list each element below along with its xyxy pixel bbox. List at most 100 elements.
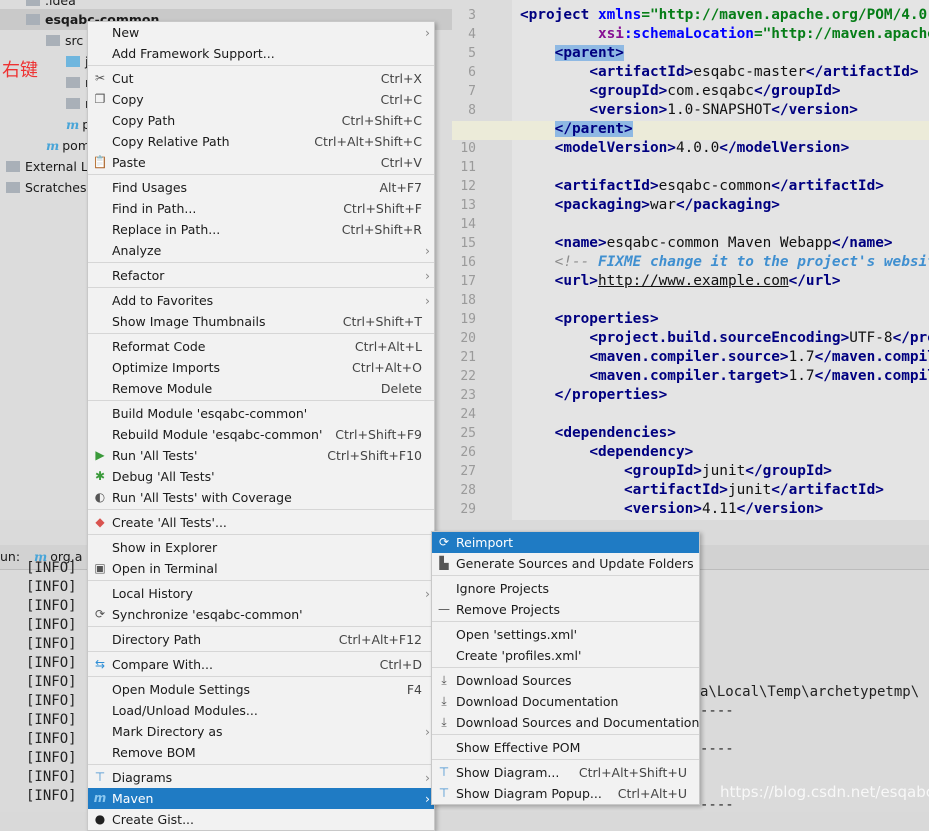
menu-item-run-all-tests-with-coverage[interactable]: ◐ Run 'All Tests' with Coverage <box>88 487 434 508</box>
menu-item-label: Add Framework Support... <box>112 46 275 61</box>
menu-item-add-framework-support[interactable]: Add Framework Support... <box>88 43 434 64</box>
menu-item-show-diagram[interactable]: ⊤ Show Diagram... Ctrl+Alt+Shift+U <box>432 762 699 783</box>
menu-item-run-all-tests[interactable]: ▶ Run 'All Tests' Ctrl+Shift+F10 <box>88 445 434 466</box>
menu-item-ignore-projects[interactable]: Ignore Projects <box>432 578 699 599</box>
menu-item-label: Show in Explorer <box>112 540 218 555</box>
menu-item-create-profiles-xml[interactable]: Create 'profiles.xml' <box>432 645 699 666</box>
menu-item-label: Debug 'All Tests' <box>112 469 215 484</box>
log-line: [INFO] <box>26 636 77 652</box>
menu-item-label: Compare With... <box>112 657 213 672</box>
menu-item-create-all-tests[interactable]: ◆ Create 'All Tests'... <box>88 512 434 533</box>
menu-item-shortcut: Ctrl+Alt+O <box>352 360 422 375</box>
menu-item-refactor[interactable]: Refactor › <box>88 265 434 286</box>
menu-item-analyze[interactable]: Analyze › <box>88 240 434 261</box>
menu-item-shortcut: Ctrl+Alt+U <box>617 786 687 801</box>
menu-item-add-to-favorites[interactable]: Add to Favorites › <box>88 290 434 311</box>
menu-item-copy-relative-path[interactable]: Copy Relative Path Ctrl+Alt+Shift+C <box>88 131 434 152</box>
line-number: 15 <box>460 236 476 251</box>
menu-item-label: Copy <box>112 92 144 107</box>
menu-item-open-in-terminal[interactable]: ▣ Open in Terminal <box>88 558 434 579</box>
menu-item-synchronize-esqabc-common[interactable]: ⟳ Synchronize 'esqabc-common' <box>88 604 434 625</box>
menu-item-open-module-settings[interactable]: Open Module Settings F4 <box>88 679 434 700</box>
menu-item-remove-projects[interactable]: — Remove Projects <box>432 599 699 620</box>
log-line: [INFO] <box>26 655 77 671</box>
folder-icon <box>46 35 60 46</box>
sync-icon: ⟳ <box>94 607 106 621</box>
tree-item[interactable]: src <box>46 30 83 51</box>
menu-item-label: Create 'All Tests'... <box>112 515 227 530</box>
menu-item-new[interactable]: New › <box>88 22 434 43</box>
menu-item-rebuild-module-esqabc-common[interactable]: Rebuild Module 'esqabc-common' Ctrl+Shift… <box>88 424 434 445</box>
line-number: 27 <box>460 464 476 479</box>
menu-item-show-effective-pom[interactable]: Show Effective POM <box>432 737 699 758</box>
code-line: <groupId>junit</groupId> <box>623 463 832 479</box>
menu-item-cut[interactable]: ✂ Cut Ctrl+X <box>88 68 434 89</box>
line-number: 25 <box>460 426 476 441</box>
line-number: 6 <box>468 65 476 80</box>
menu-item-reformat-code[interactable]: Reformat Code Ctrl+Alt+L <box>88 336 434 357</box>
menu-item-optimize-imports[interactable]: Optimize Imports Ctrl+Alt+O <box>88 357 434 378</box>
code-line: </parent> <box>554 121 633 137</box>
menu-item-show-diagram-popup[interactable]: ⊤ Show Diagram Popup... Ctrl+Alt+U <box>432 783 699 804</box>
log-line: [INFO] <box>26 712 77 728</box>
menu-item-download-documentation[interactable]: ⤓ Download Documentation <box>432 691 699 712</box>
tree-item[interactable]: j <box>66 51 88 72</box>
menu-item-find-in-path[interactable]: Find in Path... Ctrl+Shift+F <box>88 198 434 219</box>
menu-item-copy-path[interactable]: Copy Path Ctrl+Shift+C <box>88 110 434 131</box>
menu-item-label: Analyze <box>112 243 162 258</box>
tree-item[interactable]: Scratches a <box>6 177 98 198</box>
menu-item-maven[interactable]: m Maven › <box>88 788 434 809</box>
tree-item-label: src <box>65 33 84 48</box>
menu-item-show-image-thumbnails[interactable]: Show Image Thumbnails Ctrl+Shift+T <box>88 311 434 332</box>
menu-item-load-unload-modules[interactable]: Load/Unload Modules... <box>88 700 434 721</box>
menu-item-label: Copy Relative Path <box>112 134 230 149</box>
menu-item-remove-module[interactable]: Remove Module Delete <box>88 378 434 399</box>
menu-item-shortcut: Ctrl+Alt+Shift+U <box>578 765 687 780</box>
menu-item-shortcut: Ctrl+V <box>380 155 422 170</box>
menu-item-compare-with[interactable]: ⇆ Compare With... Ctrl+D <box>88 654 434 675</box>
menu-item-label: Create Gist... <box>112 812 195 827</box>
menu-item-debug-all-tests[interactable]: ✱ Debug 'All Tests' <box>88 466 434 487</box>
menu-item-label: Reformat Code <box>112 339 206 354</box>
menu-item-remove-bom[interactable]: Remove BOM <box>88 742 434 763</box>
menu-item-label: Directory Path <box>112 632 202 647</box>
menu-item-open-settings-xml[interactable]: Open 'settings.xml' <box>432 624 699 645</box>
menu-item-download-sources[interactable]: ⤓ Download Sources <box>432 670 699 691</box>
menu-item-local-history[interactable]: Local History › <box>88 583 434 604</box>
run-label: un: <box>0 549 21 564</box>
code-editor[interactable]: 3456789101112131415161718192021222324252… <box>452 0 929 520</box>
menu-item-label: Download Sources and Documentation <box>456 715 700 730</box>
compare-icon: ⇆ <box>94 657 106 671</box>
menu-item-diagrams[interactable]: ⊤ Diagrams › <box>88 767 434 788</box>
menu-item-label: Build Module 'esqabc-common' <box>112 406 308 421</box>
debug-icon: ✱ <box>94 469 106 483</box>
clipboard-icon: 📋 <box>92 155 108 169</box>
log-line: [INFO] <box>26 560 77 576</box>
menu-item-paste[interactable]: 📋 Paste Ctrl+V <box>88 152 434 173</box>
line-number: 12 <box>460 179 476 194</box>
code-line: <artifactId>esqabc-master</artifactId> <box>589 64 919 80</box>
menu-item-directory-path[interactable]: Directory Path Ctrl+Alt+F12 <box>88 629 434 650</box>
menu-item-label: Local History <box>112 586 193 601</box>
menu-item-download-sources-and-documentation[interactable]: ⤓ Download Sources and Documentation <box>432 712 699 733</box>
menu-item-label: Generate Sources and Update Folders <box>456 556 694 571</box>
menu-item-mark-directory-as[interactable]: Mark Directory as › <box>88 721 434 742</box>
menu-item-create-gist[interactable]: ● Create Gist... <box>88 809 434 830</box>
menu-item-replace-in-path[interactable]: Replace in Path... Ctrl+Shift+R <box>88 219 434 240</box>
code-line: <parent> <box>554 45 624 61</box>
line-number: 4 <box>468 27 476 42</box>
menu-item-show-in-explorer[interactable]: Show in Explorer <box>88 537 434 558</box>
code-line: <packaging>war</packaging> <box>554 197 780 213</box>
menu-item-reimport[interactable]: ⟳ Reimport <box>432 532 699 553</box>
tree-item[interactable]: External Lib <box>6 156 99 177</box>
menu-item-copy[interactable]: ❐ Copy Ctrl+C <box>88 89 434 110</box>
code-line: <artifactId>junit</artifactId> <box>623 482 884 498</box>
diagram-icon: ⊤ <box>438 786 450 800</box>
code-line: <project xmlns="http://maven.apache.org/… <box>520 7 929 23</box>
menu-item-find-usages[interactable]: Find Usages Alt+F7 <box>88 177 434 198</box>
menu-item-build-module-esqabc-common[interactable]: Build Module 'esqabc-common' <box>88 403 434 424</box>
folder-icon <box>66 77 80 88</box>
menu-item-shortcut: Ctrl+X <box>380 71 422 86</box>
code-line: <dependency> <box>589 444 694 460</box>
menu-item-generate-sources-and-update-folders[interactable]: ▙ Generate Sources and Update Folders <box>432 553 699 574</box>
